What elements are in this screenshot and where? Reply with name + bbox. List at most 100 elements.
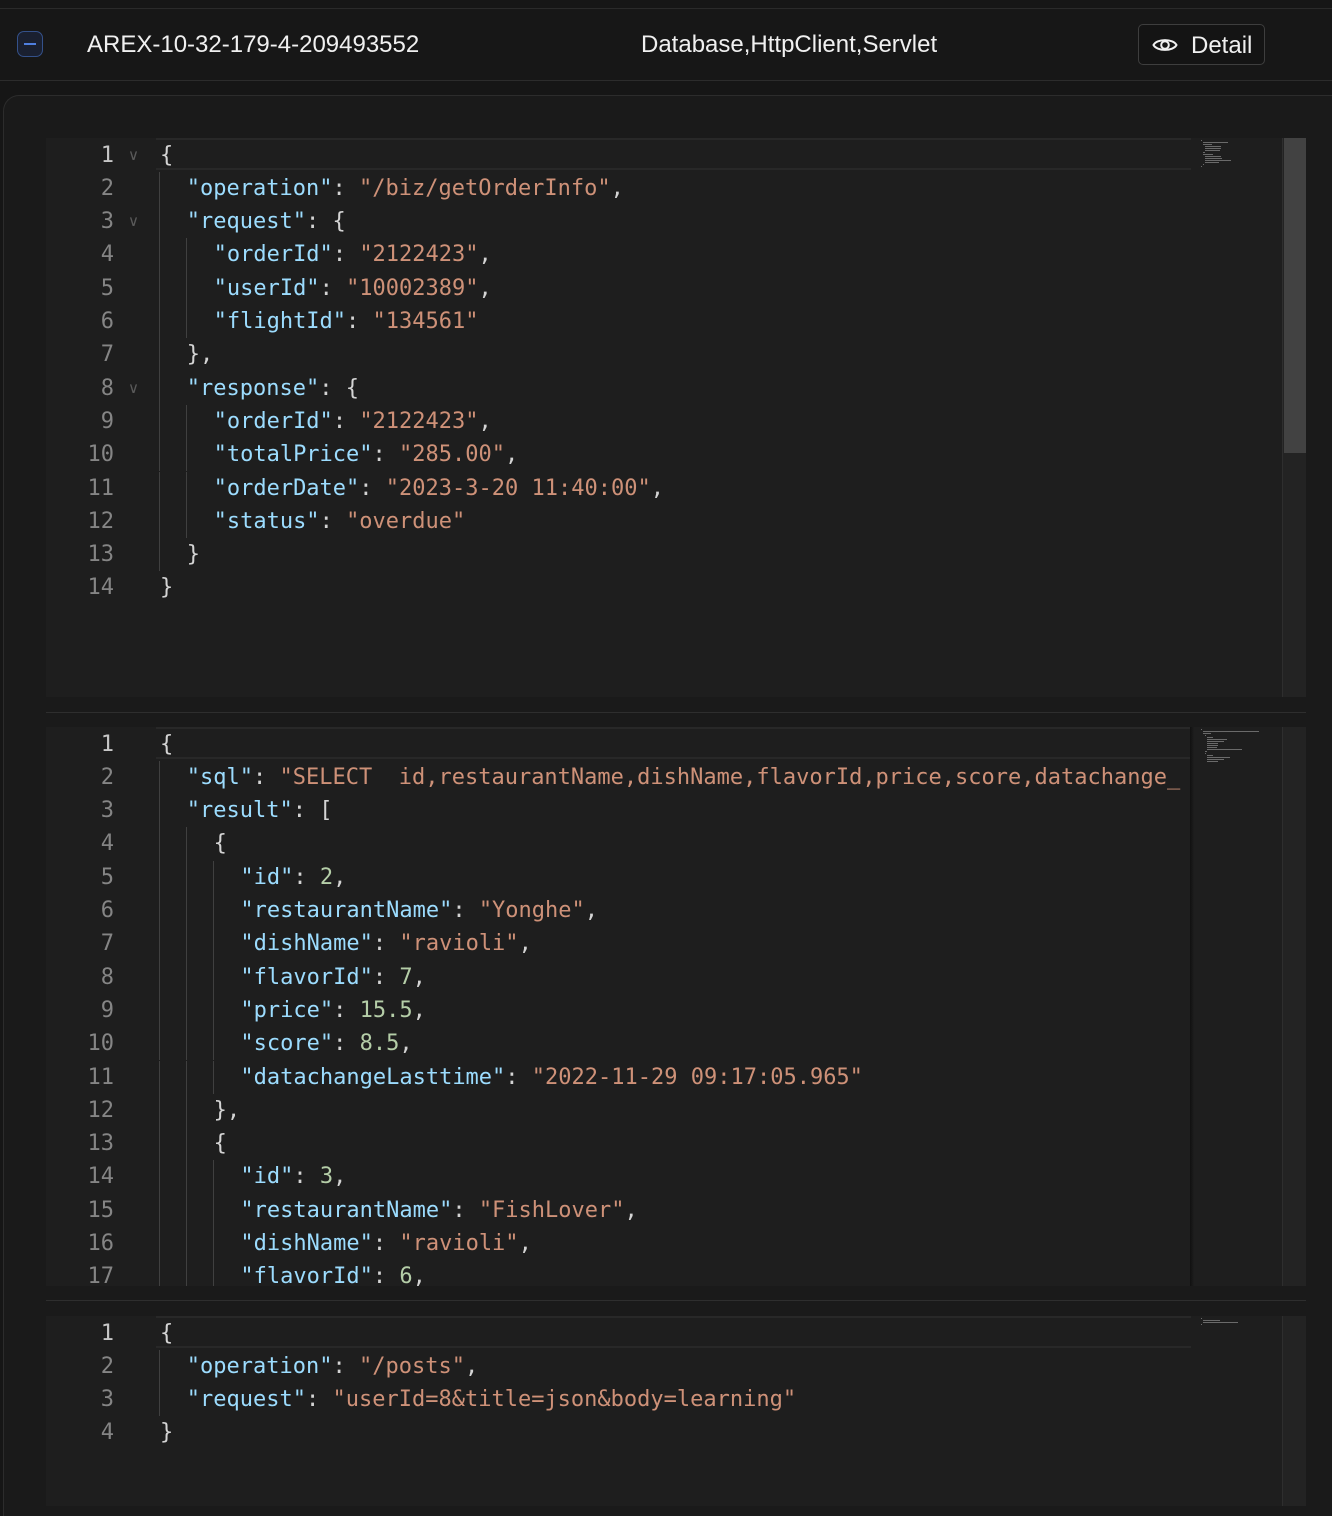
collapse-button[interactable] xyxy=(17,31,43,57)
code-text: { xyxy=(160,731,174,757)
line-number: 1 xyxy=(100,1320,114,1346)
indent-guide xyxy=(212,927,214,961)
line-number: 6 xyxy=(100,898,114,923)
vertical-scrollbar[interactable] xyxy=(1282,727,1306,1286)
indent-guide xyxy=(159,794,160,828)
indent-guide xyxy=(185,860,187,894)
indent-guide xyxy=(159,927,160,961)
indent-guide xyxy=(185,305,187,339)
code-text: { xyxy=(213,831,227,857)
indent-guide xyxy=(159,1127,160,1161)
code-text: "request": "userId=8&title=json&body=lea… xyxy=(186,1387,797,1413)
code-text: "orderId": "2122423", xyxy=(213,408,492,434)
code-line: 13} xyxy=(46,538,1306,571)
detail-button[interactable]: Detail xyxy=(1138,24,1265,65)
line-number: 10 xyxy=(87,442,115,468)
indent-guide xyxy=(185,1060,187,1094)
line-number: 3 xyxy=(100,209,114,235)
line-number: 9 xyxy=(100,997,114,1023)
line-number: 14 xyxy=(87,575,115,601)
indent-guide xyxy=(185,1127,187,1161)
detail-button-label: Detail xyxy=(1191,32,1253,59)
code-text: "status": "overdue" xyxy=(213,508,466,534)
indent-guide xyxy=(159,993,160,1028)
indent-guide xyxy=(185,960,187,994)
json-editor-httpclient[interactable]: 1{2 "operation": "/posts", 3 "request": "us… xyxy=(46,1316,1306,1506)
indent-guide xyxy=(185,1027,187,1061)
fold-chevron-icon[interactable]: ∨ xyxy=(128,139,139,172)
code-line: 17 "flavorId": 6, xyxy=(46,1260,1306,1286)
code-text: "dishName": "ravioli", xyxy=(240,931,532,957)
line-number: 3 xyxy=(100,798,114,824)
overflow-shadow xyxy=(1190,727,1194,1286)
code-line: 4} xyxy=(46,1416,1306,1449)
code-text: "restaurantName": "FishLover", xyxy=(240,1197,638,1223)
code-text: "flavorId": 7, xyxy=(240,964,426,990)
record-categories: Database,HttpClient,Servlet xyxy=(641,31,938,58)
line-number: 16 xyxy=(87,1231,115,1256)
code-text: "datachangeLasttime": "2022-11-29 09:17:… xyxy=(240,1064,863,1090)
indent-guide xyxy=(212,1227,214,1261)
indent-guide xyxy=(159,760,160,795)
code-text: "operation": "/biz/getOrderInfo", xyxy=(186,175,624,201)
line-number: 6 xyxy=(100,309,114,334)
indent-guide xyxy=(212,860,214,894)
json-editor-servlet[interactable]: 1 ∨ {2 "operation": "/biz/getOrderInfo", 3 ∨ "… xyxy=(46,138,1306,697)
line-number: 12 xyxy=(87,1097,115,1123)
code-line: 12}, xyxy=(46,1094,1306,1127)
line-number: 7 xyxy=(100,342,114,368)
line-number: 10 xyxy=(87,1031,115,1057)
code-line: 7 "dishName": "ravioli", xyxy=(46,927,1306,960)
code-text: "restaurantName": "Yonghe", xyxy=(240,898,599,923)
indent-guide xyxy=(212,1160,214,1194)
code-line: 2 "operation": "/posts", xyxy=(46,1350,1306,1383)
fold-chevron-icon[interactable]: ∨ xyxy=(128,205,139,238)
editor-divider xyxy=(46,712,1306,713)
code-line: 14} xyxy=(46,571,1306,604)
indent-guide xyxy=(159,171,160,206)
code-line: 11 "orderDate": "2023-3-20 11:40:00", xyxy=(46,472,1306,505)
indent-guide xyxy=(159,1383,160,1417)
scrollbar-thumb[interactable] xyxy=(1284,138,1306,453)
indent-guide xyxy=(185,1227,187,1261)
vertical-scrollbar[interactable] xyxy=(1282,1316,1306,1506)
code-text: { xyxy=(160,142,174,168)
indent-guide xyxy=(159,538,160,572)
code-text: "sql": "SELECT id,restaurantName,dishNam… xyxy=(186,764,1181,790)
code-text: "totalPrice": "285.00", xyxy=(213,442,519,468)
code-text: "flightId": "134561" xyxy=(213,309,479,334)
code-line: 10 "score": 8.5, xyxy=(46,1027,1306,1060)
editor-divider xyxy=(46,1300,1306,1301)
indent-guide xyxy=(212,894,214,928)
code-text: "request": { xyxy=(186,209,346,235)
code-text: "flavorId": 6, xyxy=(240,1264,426,1286)
line-number: 5 xyxy=(100,864,114,890)
line-number: 4 xyxy=(100,831,114,857)
vertical-scrollbar[interactable] xyxy=(1282,138,1306,697)
indent-guide xyxy=(159,1193,160,1227)
indent-guide xyxy=(159,1260,160,1286)
indent-guide xyxy=(159,1349,160,1384)
code-line: 5 "id": 2, xyxy=(46,861,1306,894)
indent-guide xyxy=(159,404,160,439)
indent-guide xyxy=(159,471,160,505)
indent-guide xyxy=(185,927,187,961)
minus-icon xyxy=(24,43,36,45)
line-number: 13 xyxy=(87,1131,115,1157)
indent-guide xyxy=(159,1027,160,1061)
indent-guide xyxy=(185,238,187,272)
indent-guide xyxy=(159,894,160,928)
indent-guide xyxy=(185,504,187,539)
indent-guide xyxy=(212,1193,214,1227)
indent-guide xyxy=(212,1260,214,1286)
indent-guide xyxy=(159,860,160,894)
indent-guide xyxy=(185,894,187,928)
fold-chevron-icon[interactable]: ∨ xyxy=(128,372,139,405)
code-line: 10 "totalPrice": "285.00", xyxy=(46,438,1306,471)
json-editor-database[interactable]: 1{2 "sql": "SELECT id,restaurantName,dish… xyxy=(46,727,1306,1286)
code-line: 15 "restaurantName": "FishLover", xyxy=(46,1194,1306,1227)
code-text: } xyxy=(160,575,174,601)
line-number: 2 xyxy=(100,764,114,790)
indent-guide xyxy=(159,960,160,994)
indent-guide xyxy=(212,993,214,1028)
